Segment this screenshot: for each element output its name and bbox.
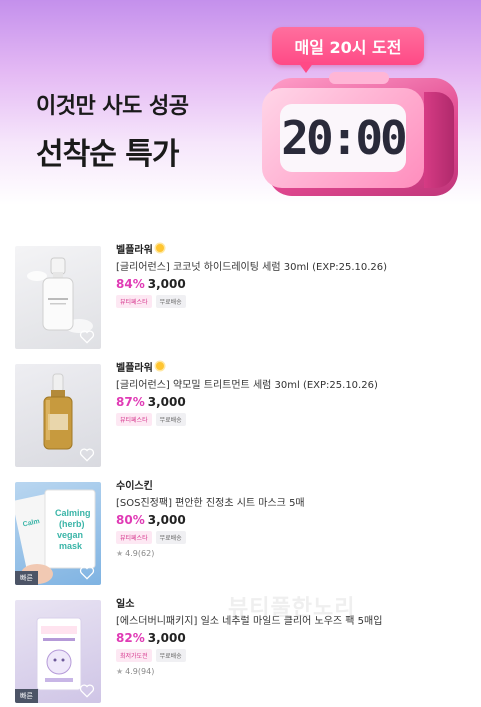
clock-time: 20:00	[281, 111, 407, 165]
tag-list: 뷰티페스타 무료배송	[116, 413, 471, 426]
tag: 무료배송	[155, 413, 186, 426]
brand-name: 일소	[116, 598, 135, 610]
product-item[interactable]: 벨플라워 [글리어런스] 약모밀 트리트먼트 세럼 30ml (EXP:25.1…	[0, 358, 481, 467]
product-brand[interactable]: 벨플라워	[116, 240, 471, 256]
tag: 무료배송	[155, 649, 186, 662]
price-row: 87% 3,000	[116, 395, 471, 409]
svg-text:Calming: Calming	[55, 508, 91, 518]
sale-price: 3,000	[147, 277, 186, 291]
product-item[interactable]: Calming (herb) vegan mask Calm 빠른 수이스킨 […	[0, 476, 481, 585]
heart-icon[interactable]	[79, 330, 95, 344]
discount-rate: 82%	[116, 631, 145, 645]
heart-icon[interactable]	[79, 566, 95, 580]
product-title[interactable]: [글리어런스] 약모밀 트리트먼트 세럼 30ml (EXP:25.10.26)	[116, 376, 471, 391]
star-icon: ★	[116, 549, 124, 558]
fast-delivery-badge: 빠른	[15, 689, 38, 703]
star-icon: ★	[116, 667, 124, 676]
product-thumbnail[interactable]	[15, 246, 101, 349]
product-info: 벨플라워 [글리어런스] 약모밀 트리트먼트 세럼 30ml (EXP:25.1…	[116, 358, 471, 426]
discount-rate: 84%	[116, 277, 145, 291]
tag: 무료배송	[155, 531, 186, 544]
promo-banner[interactable]: 이것만 사도 성공 선착순 특가 매일 20시 도전 20:00	[0, 0, 481, 205]
price-row: 82% 3,000	[116, 631, 471, 645]
rating: ★ 4.9(62)	[116, 549, 471, 558]
tag: 무료배송	[155, 295, 186, 308]
product-title[interactable]: [SOS진정팩] 편안한 진정초 시트 마스크 5매	[116, 494, 471, 509]
svg-text:(herb): (herb)	[59, 519, 85, 529]
svg-text:vegan: vegan	[57, 530, 83, 540]
heart-icon[interactable]	[79, 448, 95, 462]
product-item[interactable]: 벨플라워 [글리어런스] 코코넛 하이드레이팅 세럼 30ml (EXP:25.…	[0, 240, 481, 349]
product-info: 벨플라워 [글리어런스] 코코넛 하이드레이팅 세럼 30ml (EXP:25.…	[116, 240, 471, 308]
daily-challenge-badge: 매일 20시 도전	[272, 27, 424, 65]
tag-list: 뷰티페스타 무료배송	[116, 295, 471, 308]
price-row: 80% 3,000	[116, 513, 471, 527]
brand-name: 수이스킨	[116, 480, 153, 492]
clock-screen: 20:00	[280, 104, 408, 172]
fast-delivery-badge: 빠른	[15, 571, 38, 585]
banner-subtitle: 이것만 사도 성공	[36, 94, 189, 119]
clock-face: 20:00	[262, 88, 424, 188]
sale-price: 3,000	[147, 631, 186, 645]
tag-list: 뷰티페스타 무료배송	[116, 531, 471, 544]
svg-text:mask: mask	[59, 541, 83, 551]
brand-badge-icon	[155, 362, 164, 370]
rating-value: 4.9(62)	[125, 549, 155, 558]
watermark: 뷰티풀한노리	[228, 596, 356, 621]
clock-side	[424, 92, 454, 188]
product-thumbnail[interactable]	[15, 364, 101, 467]
badge-tail	[298, 62, 314, 73]
tag: 뷰티페스타	[116, 295, 152, 308]
brand-badge-icon	[155, 244, 164, 252]
discount-rate: 87%	[116, 395, 145, 409]
sale-price: 3,000	[147, 513, 186, 527]
sale-price: 3,000	[147, 395, 186, 409]
brand-name: 벨플라워	[116, 244, 153, 256]
banner-title: 선착순 특가	[36, 137, 179, 172]
tag: 뷰티페스타	[116, 413, 152, 426]
rating-value: 4.9(94)	[125, 667, 155, 676]
discount-rate: 80%	[116, 513, 145, 527]
brand-name: 벨플라워	[116, 362, 153, 374]
rating: ★ 4.9(94)	[116, 667, 471, 676]
product-brand[interactable]: 벨플라워	[116, 358, 471, 374]
price-row: 84% 3,000	[116, 277, 471, 291]
product-thumbnail[interactable]: Calming (herb) vegan mask Calm 빠른	[15, 482, 101, 585]
product-title[interactable]: [글리어런스] 코코넛 하이드레이팅 세럼 30ml (EXP:25.10.26…	[116, 258, 471, 273]
heart-icon[interactable]	[79, 684, 95, 698]
tag: 뷰티페스타	[116, 531, 152, 544]
tag-list: 최저가도전 무료배송	[116, 649, 471, 662]
clock-button	[329, 72, 389, 84]
alarm-clock-icon: 20:00	[254, 72, 464, 205]
product-brand[interactable]: 수이스킨	[116, 476, 471, 492]
tag: 최저가도전	[116, 649, 152, 662]
product-thumbnail[interactable]: 빠른	[15, 600, 101, 703]
product-info: 수이스킨 [SOS진정팩] 편안한 진정초 시트 마스크 5매 80% 3,000…	[116, 476, 471, 558]
